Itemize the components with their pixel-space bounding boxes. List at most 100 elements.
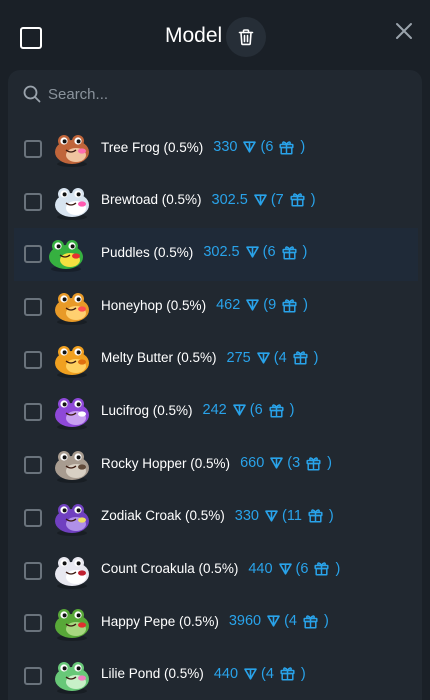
ton-diamond-icon [267, 615, 280, 627]
select-all-checkbox[interactable] [20, 27, 42, 49]
item-name: Rocky Hopper (0.5%) [101, 455, 231, 471]
ton-diamond-icon [243, 141, 257, 153]
item-name: Zodiak Croak (0.5%) [101, 508, 225, 524]
item-checkbox[interactable] [24, 614, 42, 633]
item-price: 330 [234, 507, 259, 524]
gift-icon [269, 404, 284, 418]
page-title: Model [165, 24, 223, 47]
item-gift-count: (9 [263, 297, 277, 314]
item-name: Puddles (0.5%) [101, 244, 194, 260]
list-item[interactable]: Honeyhop (0.5%) 462 (9 ) [8, 281, 422, 334]
item-name: Brewtoad (0.5%) [101, 192, 202, 208]
model-thumbnail [49, 240, 83, 273]
item-price: 440 [213, 665, 239, 682]
ton-diamond-icon [246, 299, 260, 311]
header: Model [0, 0, 430, 70]
delete-button[interactable] [226, 17, 266, 57]
item-paren-close: ) [324, 613, 329, 630]
search-bar [8, 70, 422, 120]
item-paren-close: ) [328, 507, 334, 524]
item-paren-close: ) [327, 455, 333, 472]
model-thumbnail [55, 187, 89, 220]
model-thumbnail [55, 293, 89, 326]
gift-icon [279, 140, 294, 155]
item-price: 242 [202, 402, 227, 419]
item-gift-count: (6 [249, 402, 263, 419]
list-item[interactable]: Tree Frog (0.5%) 330 (6 ) [8, 123, 422, 176]
close-button[interactable] [393, 20, 415, 42]
model-thumbnail [55, 609, 89, 642]
gift-icon [306, 456, 321, 471]
search-input[interactable] [48, 81, 408, 107]
ton-diamond-icon [254, 194, 267, 206]
ton-diamond-icon [265, 510, 278, 522]
item-name: Tree Frog (0.5%) [101, 139, 204, 155]
item-paren-close: ) [303, 297, 309, 314]
ton-diamond-icon [244, 668, 257, 680]
item-checkbox[interactable] [24, 298, 42, 317]
item-checkbox[interactable] [24, 508, 42, 527]
list-item[interactable]: Count Croakula (0.5%) 440 (6 ) [8, 545, 422, 598]
model-thumbnail [55, 556, 89, 589]
item-price: 302.5 [203, 244, 240, 261]
model-thumbnail [55, 503, 89, 536]
item-checkbox[interactable] [24, 456, 42, 475]
gift-icon [308, 509, 323, 523]
list-item[interactable]: Lilie Pond (0.5%) 440 (4 ) [8, 650, 422, 700]
item-gift-count: (4 [261, 665, 274, 682]
item-name: Lilie Pond (0.5%) [101, 666, 204, 682]
list-item[interactable]: Melty Butter (0.5%) 275 (4 ) [8, 334, 422, 387]
item-paren-close: ) [313, 349, 319, 366]
gift-icon [290, 193, 305, 207]
item-checkbox[interactable] [24, 140, 42, 158]
item-name: Lucifrog (0.5%) [101, 402, 193, 418]
ton-diamond-icon [232, 404, 246, 417]
item-paren-close: ) [335, 560, 341, 577]
model-thumbnail [55, 661, 89, 694]
model-list-panel: Tree Frog (0.5%) 330 (6 ) [8, 70, 422, 700]
item-gift-count: (3 [287, 455, 301, 472]
item-price: 440 [248, 560, 273, 577]
item-gift-count: (7 [270, 191, 284, 208]
item-paren-close: ) [300, 139, 306, 155]
item-gift-count: (6 [260, 139, 274, 155]
list-item[interactable]: Rocky Hopper (0.5%) 660 (3 ) [8, 439, 422, 492]
item-checkbox[interactable] [24, 245, 42, 264]
model-thumbnail [55, 451, 89, 484]
item-checkbox[interactable] [24, 350, 42, 369]
list-item[interactable]: Lucifrog (0.5%) 242 (6 ) [8, 386, 422, 439]
list-item[interactable]: Happy Pepe (0.5%) 3960 (4 ) [8, 597, 422, 650]
ton-diamond-icon [256, 352, 270, 364]
item-price: 330 [213, 139, 238, 155]
list-item[interactable]: Zodiak Croak (0.5%) 330 (11 ) [8, 492, 422, 545]
search-icon [23, 85, 41, 103]
item-checkbox[interactable] [24, 561, 42, 580]
item-price: 660 [240, 455, 265, 472]
item-price: 3960 [228, 613, 262, 630]
item-gift-count: (6 [295, 560, 309, 577]
gift-icon [303, 615, 318, 629]
gift-icon [280, 667, 295, 681]
item-checkbox[interactable] [24, 403, 42, 422]
gift-icon [281, 246, 297, 260]
list-item[interactable]: Puddles (0.5%) 302.5 (6 ) [14, 228, 418, 282]
ton-diamond-icon [245, 246, 259, 258]
item-paren-close: ) [289, 402, 295, 419]
item-price: 302.5 [211, 191, 248, 208]
model-thumbnail [55, 345, 89, 378]
item-name: Melty Butter (0.5%) [101, 350, 217, 366]
item-paren-close: ) [302, 244, 308, 261]
model-thumbnail [55, 398, 89, 431]
list-item[interactable]: Brewtoad (0.5%) 302.5 (7 ) [8, 176, 422, 229]
item-paren-close: ) [310, 191, 316, 208]
item-price: 275 [226, 349, 251, 366]
item-gift-count: (11 [282, 507, 302, 524]
item-price: 462 [216, 297, 241, 314]
item-checkbox[interactable] [24, 666, 42, 685]
close-icon [396, 23, 412, 39]
item-name: Count Croakula (0.5%) [101, 561, 239, 576]
item-checkbox[interactable] [24, 192, 42, 211]
trash-icon [238, 29, 254, 46]
item-name: Happy Pepe (0.5%) [101, 613, 219, 629]
item-name: Honeyhop (0.5%) [101, 297, 207, 313]
